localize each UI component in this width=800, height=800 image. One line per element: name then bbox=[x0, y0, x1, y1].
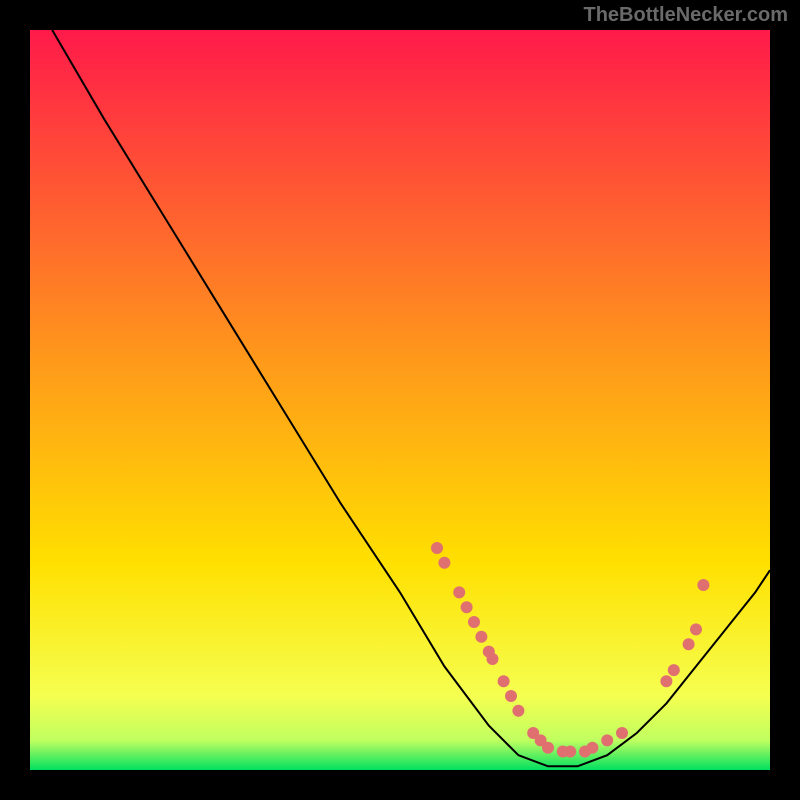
data-marker bbox=[461, 601, 473, 613]
data-marker bbox=[438, 557, 450, 569]
data-marker bbox=[616, 727, 628, 739]
data-marker bbox=[586, 742, 598, 754]
chart-container bbox=[30, 30, 770, 770]
data-marker bbox=[468, 616, 480, 628]
data-marker bbox=[660, 675, 672, 687]
data-marker bbox=[683, 638, 695, 650]
data-marker bbox=[453, 586, 465, 598]
data-marker bbox=[601, 734, 613, 746]
watermark-text: TheBottleNecker.com bbox=[583, 4, 788, 27]
data-marker bbox=[487, 653, 499, 665]
data-marker bbox=[512, 705, 524, 717]
data-marker bbox=[505, 690, 517, 702]
data-marker bbox=[668, 664, 680, 676]
data-marker bbox=[431, 542, 443, 554]
data-marker bbox=[498, 675, 510, 687]
gradient-background bbox=[30, 30, 770, 770]
data-marker bbox=[542, 742, 554, 754]
data-marker bbox=[564, 746, 576, 758]
chart-svg bbox=[30, 30, 770, 770]
data-marker bbox=[697, 579, 709, 591]
data-marker bbox=[475, 631, 487, 643]
data-marker bbox=[690, 623, 702, 635]
